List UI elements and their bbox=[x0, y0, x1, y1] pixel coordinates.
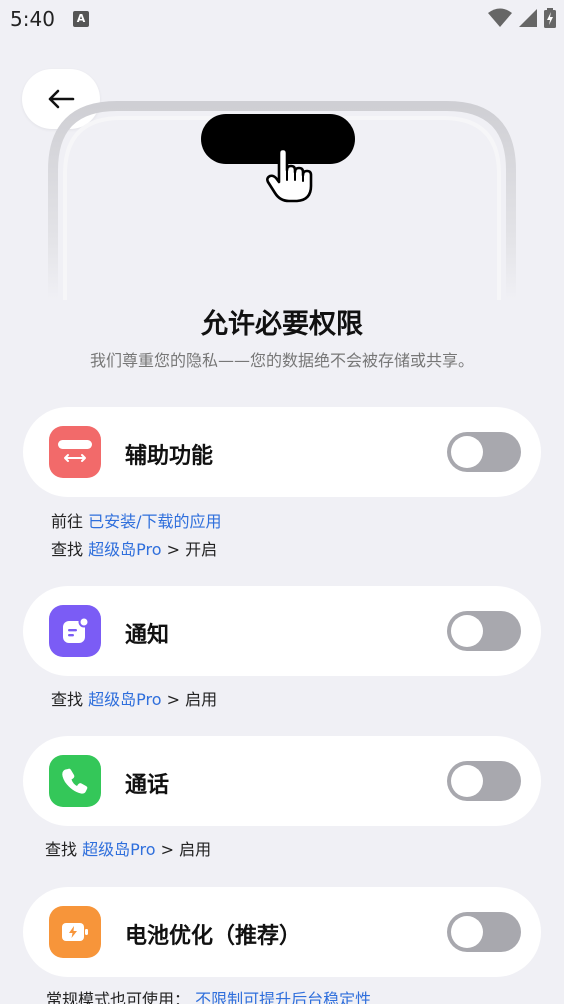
app-name-link[interactable]: 超级岛Pro bbox=[88, 690, 161, 709]
toggle-knob bbox=[451, 916, 483, 948]
page-subtitle: 我们尊重您的隐私——您的数据绝不会被存储或共享。 bbox=[89, 351, 474, 370]
hint-prefix: 常规模式也可使用： bbox=[46, 990, 196, 1004]
battery-hint-line-1: 常规模式也可使用： 不限制可提升后台稳定性 bbox=[46, 986, 371, 1004]
permission-label: 辅助功能 bbox=[125, 444, 214, 469]
hint-suffix: > 启用 bbox=[161, 690, 218, 709]
status-icons bbox=[488, 8, 556, 28]
battery-icon bbox=[49, 906, 101, 958]
phone-hint-line-1: 查找 超级岛Pro > 启用 bbox=[45, 836, 211, 860]
permission-label: 通话 bbox=[125, 773, 170, 798]
unrestricted-link[interactable]: 不限制可提升后台稳定性 bbox=[195, 990, 371, 1004]
notification-toggle[interactable] bbox=[447, 611, 521, 651]
hint-suffix: > 启用 bbox=[155, 840, 212, 859]
hint-prefix: 查找 bbox=[51, 690, 89, 709]
notification-icon bbox=[49, 605, 101, 657]
hint-prefix: 前往 bbox=[51, 512, 89, 531]
accessibility-toggle[interactable] bbox=[447, 432, 521, 472]
hint-suffix: > 开启 bbox=[161, 540, 218, 559]
status-bar: 5:40 A bbox=[0, 0, 564, 40]
page-title: 允许必要权限 bbox=[201, 309, 363, 340]
app-name-link[interactable]: 超级岛Pro bbox=[88, 540, 161, 559]
phone-toggle[interactable] bbox=[447, 761, 521, 801]
hand-pointer-icon bbox=[266, 148, 313, 203]
status-time: 5:40 bbox=[10, 7, 55, 31]
permission-card-phone[interactable]: 通话 bbox=[23, 736, 541, 826]
permission-card-notification[interactable]: 通知 bbox=[23, 586, 541, 676]
permission-label: 通知 bbox=[125, 623, 170, 648]
battery-toggle[interactable] bbox=[447, 912, 521, 952]
permissions-page: 5:40 A 允许必要权限 我们尊重您的隐私——您的数据绝不会被存储或共享。 辅… bbox=[0, 0, 564, 1004]
permission-card-accessibility[interactable]: 辅助功能 bbox=[23, 407, 541, 497]
toggle-knob bbox=[451, 436, 483, 468]
signal-icon bbox=[519, 9, 537, 27]
accessibility-icon bbox=[49, 426, 101, 478]
accessibility-hint-line-2: 查找 超级岛Pro > 开启 bbox=[51, 536, 217, 560]
installed-apps-link[interactable]: 已安装/下载的应用 bbox=[88, 512, 221, 531]
hint-prefix: 查找 bbox=[51, 540, 89, 559]
wifi-icon bbox=[488, 8, 512, 27]
toggle-knob bbox=[451, 615, 483, 647]
app-name-link[interactable]: 超级岛Pro bbox=[82, 840, 155, 859]
permission-label: 电池优化（推荐） bbox=[125, 924, 302, 949]
app-notification-icon: A bbox=[73, 11, 89, 27]
phone-icon bbox=[49, 755, 101, 807]
hint-prefix: 查找 bbox=[45, 840, 83, 859]
notification-hint-line-1: 查找 超级岛Pro > 启用 bbox=[51, 686, 217, 710]
permission-card-battery[interactable]: 电池优化（推荐） bbox=[23, 887, 541, 977]
toggle-knob bbox=[451, 765, 483, 797]
accessibility-hint-line-1: 前往 已安装/下载的应用 bbox=[51, 508, 222, 532]
battery-status-icon bbox=[544, 8, 556, 28]
